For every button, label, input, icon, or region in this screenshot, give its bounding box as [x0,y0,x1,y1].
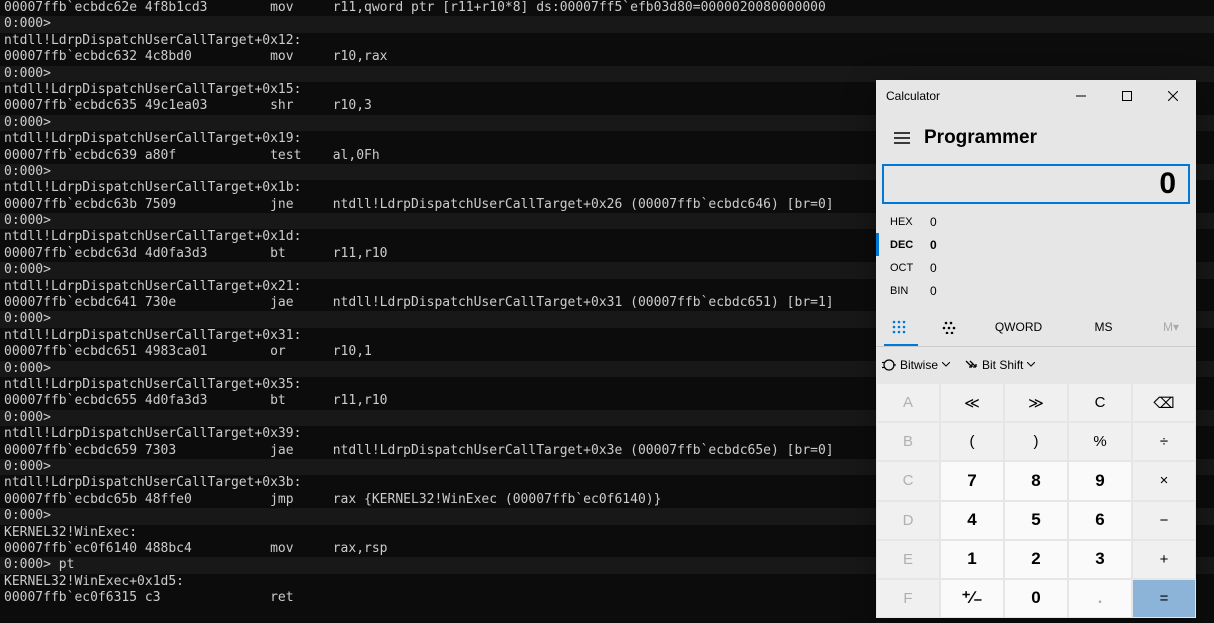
key-b[interactable]: B [877,423,939,460]
key-e[interactable]: E [877,541,939,578]
base-bin[interactable]: BIN0 [876,279,1196,302]
base-hex[interactable]: HEX0 [876,210,1196,233]
key-decimal[interactable]: . [1069,580,1131,617]
key-plus-minus[interactable]: ⁺∕₋ [941,580,1003,617]
bitwise-dropdown[interactable]: Bitwise [882,358,950,372]
chevron-down-icon [942,362,950,368]
tab-memory-dropdown[interactable]: M▾ [1146,308,1196,346]
keypad: A ≪ ≫ C ⌫ B ( ) % ÷ C 7 8 9 × D 4 5 6 − … [876,383,1196,618]
key-5[interactable]: 5 [1005,502,1067,539]
base-value: 0 [930,215,937,229]
terminal-line: 00007ffb`ecbdc632 4c8bd0 mov r10,rax [0,49,1214,65]
key-6[interactable]: 6 [1069,502,1131,539]
key-subtract[interactable]: − [1133,502,1195,539]
key-3[interactable]: 3 [1069,541,1131,578]
chevron-down-icon [1027,362,1035,368]
base-oct[interactable]: OCT0 [876,256,1196,279]
key-7[interactable]: 7 [941,462,1003,499]
bitwise-label: Bitwise [900,358,938,372]
maximize-button[interactable] [1104,80,1150,112]
function-row: Bitwise Bit Shift [876,347,1196,383]
base-list: HEX0DEC0OCT0BIN0 [876,204,1196,308]
key-rparen[interactable]: ) [1005,423,1067,460]
bit-toggle-icon [942,320,960,334]
tab-qword[interactable]: QWORD [976,308,1061,346]
calculator-window: Calculator Programmer 0 HEX0DEC0OCT0BIN0… [876,80,1196,618]
base-label: OCT [890,262,930,274]
window-title: Calculator [876,89,1058,103]
terminal-line: ntdll!LdrpDispatchUserCallTarget+0x12: [0,33,1214,49]
base-value: 0 [930,284,937,298]
keypad-icon [892,320,910,334]
key-backspace[interactable]: ⌫ [1133,384,1195,421]
key-add[interactable]: + [1133,541,1195,578]
key-9[interactable]: 9 [1069,462,1131,499]
key-divide[interactable]: ÷ [1133,423,1195,460]
menu-button[interactable] [882,118,922,158]
key-equals[interactable]: = [1133,580,1195,617]
terminal-line: 0:000> [0,16,1214,32]
display-value: 0 [1159,167,1176,201]
hamburger-icon [894,132,910,144]
base-label: DEC [890,239,930,251]
tabs: QWORD MS M▾ [876,308,1196,347]
key-multiply[interactable]: × [1133,462,1195,499]
bitwise-icon [882,358,896,372]
key-d[interactable]: D [877,502,939,539]
tab-bit-toggle[interactable] [926,308,976,346]
base-dec[interactable]: DEC0 [876,233,1196,256]
bitshift-label: Bit Shift [982,358,1023,372]
base-label: HEX [890,216,930,228]
key-rshift[interactable]: ≫ [1005,384,1067,421]
base-label: BIN [890,285,930,297]
bitshift-dropdown[interactable]: Bit Shift [964,358,1035,372]
bitshift-icon [964,359,978,371]
minimize-button[interactable] [1058,80,1104,112]
key-c[interactable]: C [877,462,939,499]
key-lparen[interactable]: ( [941,423,1003,460]
terminal-line: 00007ffb`ecbdc62e 4f8b1cd3 mov r11,qword… [0,0,1214,16]
key-8[interactable]: 8 [1005,462,1067,499]
base-value: 0 [930,238,937,252]
key-0[interactable]: 0 [1005,580,1067,617]
key-4[interactable]: 4 [941,502,1003,539]
key-2[interactable]: 2 [1005,541,1067,578]
display[interactable]: 0 [882,164,1190,204]
titlebar[interactable]: Calculator [876,80,1196,112]
key-clear[interactable]: C [1069,384,1131,421]
close-button[interactable] [1150,80,1196,112]
key-f[interactable]: F [877,580,939,617]
tab-full-keypad[interactable] [876,308,926,346]
tab-memory-store[interactable]: MS [1061,308,1146,346]
calculator-mode: Programmer [922,127,1037,149]
header: Programmer [876,112,1196,164]
key-a[interactable]: A [877,384,939,421]
key-lshift[interactable]: ≪ [941,384,1003,421]
key-percent[interactable]: % [1069,423,1131,460]
key-1[interactable]: 1 [941,541,1003,578]
base-value: 0 [930,261,937,275]
